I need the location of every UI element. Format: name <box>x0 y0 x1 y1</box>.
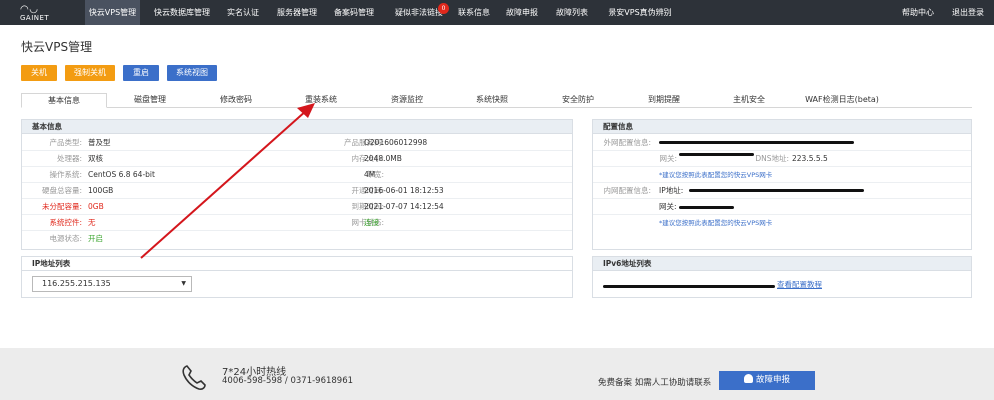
tab-monitor[interactable]: 资源监控 <box>364 93 450 107</box>
tab-reinstall[interactable]: 重装系统 <box>278 93 364 107</box>
nav-item-fault-report[interactable]: 故障申报 <box>503 0 541 25</box>
info-row: 系统控件: 无 网卡状态: 连接 <box>22 215 572 231</box>
brand-logo[interactable]: ◠◡ GAINET <box>20 4 50 23</box>
unallocated-label: 未分配容量: <box>41 202 82 211</box>
memory-value: 2048.0MB <box>364 154 402 163</box>
top-navbar: ◠◡ GAINET 快云VPS管理 快云数据库管理 实名认证 服务器管理 备案码… <box>0 0 994 25</box>
note-row: *建议您按照此表配置您的快云VPS网卡 <box>593 167 971 183</box>
nav-item-realname[interactable]: 实名认证 <box>222 0 264 25</box>
tab-basic-info[interactable]: 基本信息 <box>21 93 107 108</box>
service-code-value: O201606012998 <box>364 138 428 147</box>
config-info-panel: 配置信息 外网配置信息: 网关: DNS地址: 223.5.5.5 *建议您按照… <box>592 119 972 250</box>
tab-waf-log[interactable]: WAF检测日志(beta) <box>792 93 892 107</box>
bell-icon <box>743 374 753 383</box>
info-row: 操作系统: CentOS 6.8 64-bit 带宽: 4M <box>22 167 572 183</box>
gateway-label: 网关: <box>659 154 677 163</box>
system-control-label: 系统控件: <box>49 218 82 227</box>
basic-info-title: 基本信息 <box>22 120 572 134</box>
system-control-value: 无 <box>88 218 96 227</box>
config-note-internal: *建议您按照此表配置您的快云VPS网卡 <box>659 219 773 227</box>
shutdown-button[interactable]: 关机 <box>21 65 57 81</box>
force-shutdown-button[interactable]: 强制关机 <box>65 65 115 81</box>
tab-disk[interactable]: 磁盘管理 <box>107 93 193 107</box>
product-type-label: 产品类型: <box>49 138 82 147</box>
cpu-value: 双核 <box>88 154 103 163</box>
config-note-external: *建议您按照此表配置您的快云VPS网卡 <box>659 171 773 179</box>
ipv6-list-panel: IPv6地址列表 查看配置教程 <box>592 256 972 298</box>
disk-total-value: 100GB <box>88 186 114 195</box>
logo-text: GAINET <box>20 14 50 22</box>
cpu-label: 处理器: <box>56 154 82 163</box>
product-type-value: 普及型 <box>88 138 111 147</box>
redacted-mark <box>659 141 854 144</box>
nav-item-database[interactable]: 快云数据库管理 <box>148 0 216 25</box>
beian-text: 免费备案 如需人工协助请联系 <box>598 378 712 388</box>
logo-mark-icon: ◠◡ <box>20 4 39 15</box>
os-value: CentOS 6.8 64-bit <box>88 170 155 179</box>
fault-report-label: 故障申报 <box>755 375 790 385</box>
internal-config-row: 内网配置信息: IP地址: <box>593 183 971 199</box>
system-view-button[interactable]: 系统视图 <box>167 65 217 81</box>
dns-label: DNS地址: <box>755 154 789 163</box>
ip-select-value: 116.255.215.135 <box>42 279 111 288</box>
nav-item-fault-list[interactable]: 故障列表 <box>553 0 591 25</box>
page-title: 快云VPS管理 <box>21 40 93 54</box>
tab-snapshot[interactable]: 系统快照 <box>449 93 535 107</box>
gateway-row: 网关: DNS地址: 223.5.5.5 <box>593 151 971 167</box>
os-label: 操作系统: <box>49 170 82 179</box>
nav-logout[interactable]: 退出登录 <box>950 0 986 25</box>
bandwidth-value: 4M <box>364 170 376 179</box>
redacted-mark <box>689 189 864 192</box>
ipv6-config-tutorial-link[interactable]: 查看配置教程 <box>777 277 822 293</box>
footer <box>0 348 994 400</box>
hotline-numbers: 4006-598-598 / 0371-9618961 <box>222 376 354 386</box>
external-config-label: 外网配置信息: <box>603 138 651 147</box>
ip-select[interactable]: 116.255.215.135 ▼ <box>32 276 192 292</box>
external-config-row: 外网配置信息: <box>593 135 971 151</box>
ip-list-panel: IP地址列表 116.255.215.135 ▼ <box>21 256 573 298</box>
info-row: 硬盘总容量: 100GB 开通时间: 2016-06-01 18:12:53 <box>22 183 572 199</box>
nav-help-center[interactable]: 帮助中心 <box>900 0 936 25</box>
nic-status-value: 连接 <box>364 218 379 227</box>
gateway2-label: 网关: <box>659 202 677 211</box>
illegal-links-badge: 0 <box>438 3 449 14</box>
tab-expiry[interactable]: 到期提醒 <box>621 93 707 107</box>
unallocated-value: 0GB <box>88 202 104 211</box>
redacted-mark <box>603 285 775 288</box>
tab-bar: 基本信息 磁盘管理 修改密码 重装系统 资源监控 系统快照 安全防护 到期提醒 … <box>21 93 972 108</box>
info-row: 处理器: 双核 内存大小: 2048.0MB <box>22 151 572 167</box>
info-row: 未分配容量: 0GB 到期时间: 2021-07-07 14:12:54 <box>22 199 572 215</box>
ip-list-title: IP地址列表 <box>22 257 572 271</box>
internal-config-label: 内网配置信息: <box>603 186 651 195</box>
tab-host-security[interactable]: 主机安全 <box>706 93 792 107</box>
tab-security[interactable]: 安全防护 <box>535 93 621 107</box>
config-info-title: 配置信息 <box>593 120 971 134</box>
ipv6-list-title: IPv6地址列表 <box>593 257 971 271</box>
nav-item-vps[interactable]: 快云VPS管理 <box>85 0 140 25</box>
disk-total-label: 硬盘总容量: <box>41 186 82 195</box>
expire-time-value: 2021-07-07 14:12:54 <box>364 202 444 211</box>
chevron-down-icon: ▼ <box>181 280 186 287</box>
fault-report-button[interactable]: 故障申报 <box>719 371 815 390</box>
gateway2-row: 网关: <box>593 199 971 215</box>
ip-address-label: IP地址: <box>659 186 684 195</box>
phone-icon <box>182 365 206 390</box>
open-time-value: 2016-06-01 18:12:53 <box>364 186 444 195</box>
restart-button[interactable]: 重启 <box>123 65 159 81</box>
dns-value: 223.5.5.5 <box>792 154 828 163</box>
nav-item-contact[interactable]: 联系信息 <box>455 0 493 25</box>
info-row: 电源状态: 开启 <box>22 231 572 247</box>
tab-password[interactable]: 修改密码 <box>193 93 279 107</box>
info-row: 产品类型: 普及型 产品服务码: O201606012998 <box>22 135 572 151</box>
power-state-label: 电源状态: <box>49 234 82 243</box>
nav-item-vps-verify[interactable]: 景安VPS真伪辨别 <box>605 0 675 25</box>
power-state-value: 开启 <box>88 234 103 243</box>
note-row: *建议您按照此表配置您的快云VPS网卡 <box>593 215 971 231</box>
nav-item-beian-code[interactable]: 备案码管理 <box>330 0 378 25</box>
redacted-mark <box>679 206 734 209</box>
basic-info-panel: 基本信息 产品类型: 普及型 产品服务码: O201606012998 处理器:… <box>21 119 573 250</box>
nav-item-server[interactable]: 服务器管理 <box>272 0 322 25</box>
